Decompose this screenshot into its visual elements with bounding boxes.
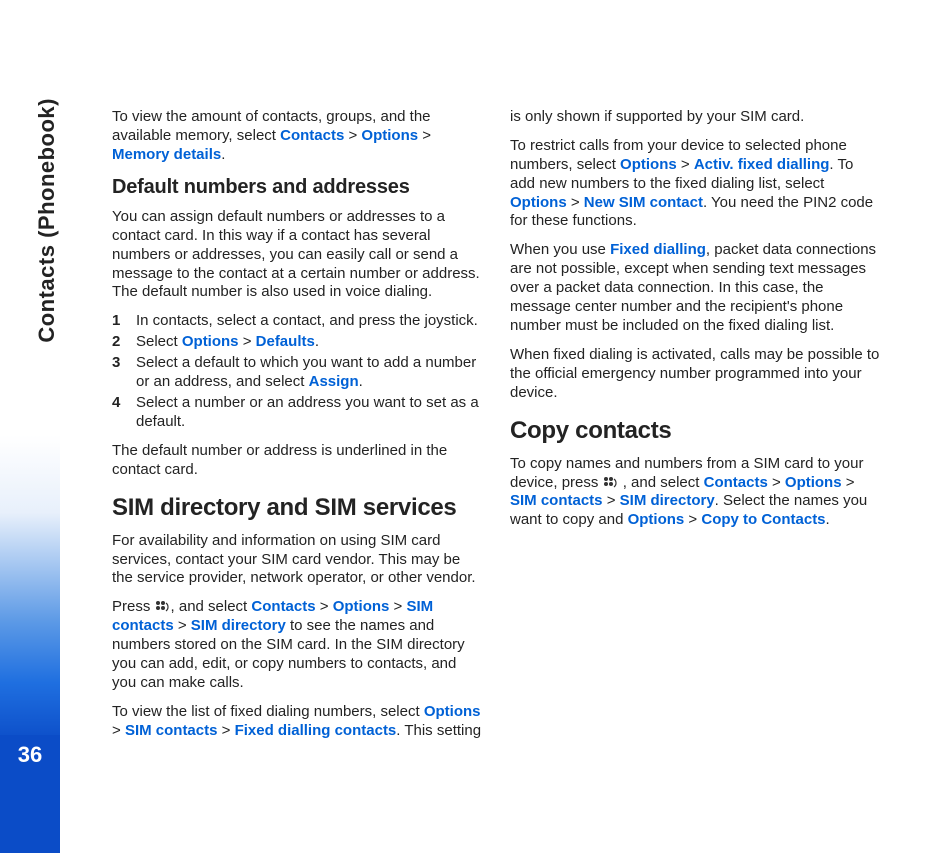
menu-key-icon [155,600,171,614]
section-tab: Contacts (Phonebook) [32,100,62,340]
term: Fixed dialling [610,241,706,258]
step: 3 Select a default to which you want to … [112,354,484,392]
page-number: 36 [0,742,60,768]
term: Contacts [280,127,344,144]
term: Options [785,474,842,491]
section-tab-label: Contacts (Phonebook) [34,98,60,343]
body-text: To view the amount of contacts, groups, … [112,108,882,748]
term: Contacts [251,598,315,615]
term: Contacts [704,474,768,491]
step: 1 In contacts, select a contact, and pre… [112,312,484,331]
term: Options [182,333,239,350]
side-gradient [0,435,60,745]
paragraph: Press , and select Contacts > Options > … [112,598,484,692]
paragraph: When fixed dialing is activated, calls m… [510,346,882,403]
term: SIM contacts [125,722,218,739]
step: 2 Select Options > Defaults. [112,333,484,352]
term: Options [620,156,677,173]
paragraph: To restrict calls from your device to se… [510,137,882,231]
menu-key-icon [603,476,619,490]
term: Options [510,194,567,211]
term: Options [628,511,685,528]
term: Options [333,598,390,615]
term: Memory details [112,146,221,163]
page: Contacts (Phonebook) 36 To view the amou… [0,0,936,857]
step: 4 Select a number or an address you want… [112,394,484,432]
paragraph: You can assign default numbers or addres… [112,208,484,302]
heading-copy-contacts: Copy contacts [510,416,882,446]
paragraph: For availability and information on usin… [112,532,484,589]
heading-default-numbers: Default numbers and addresses [112,175,484,200]
term: SIM directory [620,492,715,509]
term: New SIM contact [584,194,703,211]
term: Options [361,127,418,144]
paragraph: When you use Fixed dialling, packet data… [510,241,882,335]
term: Fixed dialling contacts [235,722,397,739]
term: Options [424,703,481,720]
term: Assign [309,373,359,390]
paragraph: The default number or address is underli… [112,442,484,480]
heading-sim-directory: SIM directory and SIM services [112,493,484,523]
term: SIM directory [191,617,286,634]
term: Copy to Contacts [701,511,825,528]
steps-list: 1 In contacts, select a contact, and pre… [112,312,484,431]
paragraph: To view the amount of contacts, groups, … [112,108,484,165]
term: SIM contacts [510,492,603,509]
term: Activ. fixed dialling [694,156,830,173]
term: Defaults [256,333,315,350]
paragraph: To copy names and numbers from a SIM car… [510,455,882,531]
